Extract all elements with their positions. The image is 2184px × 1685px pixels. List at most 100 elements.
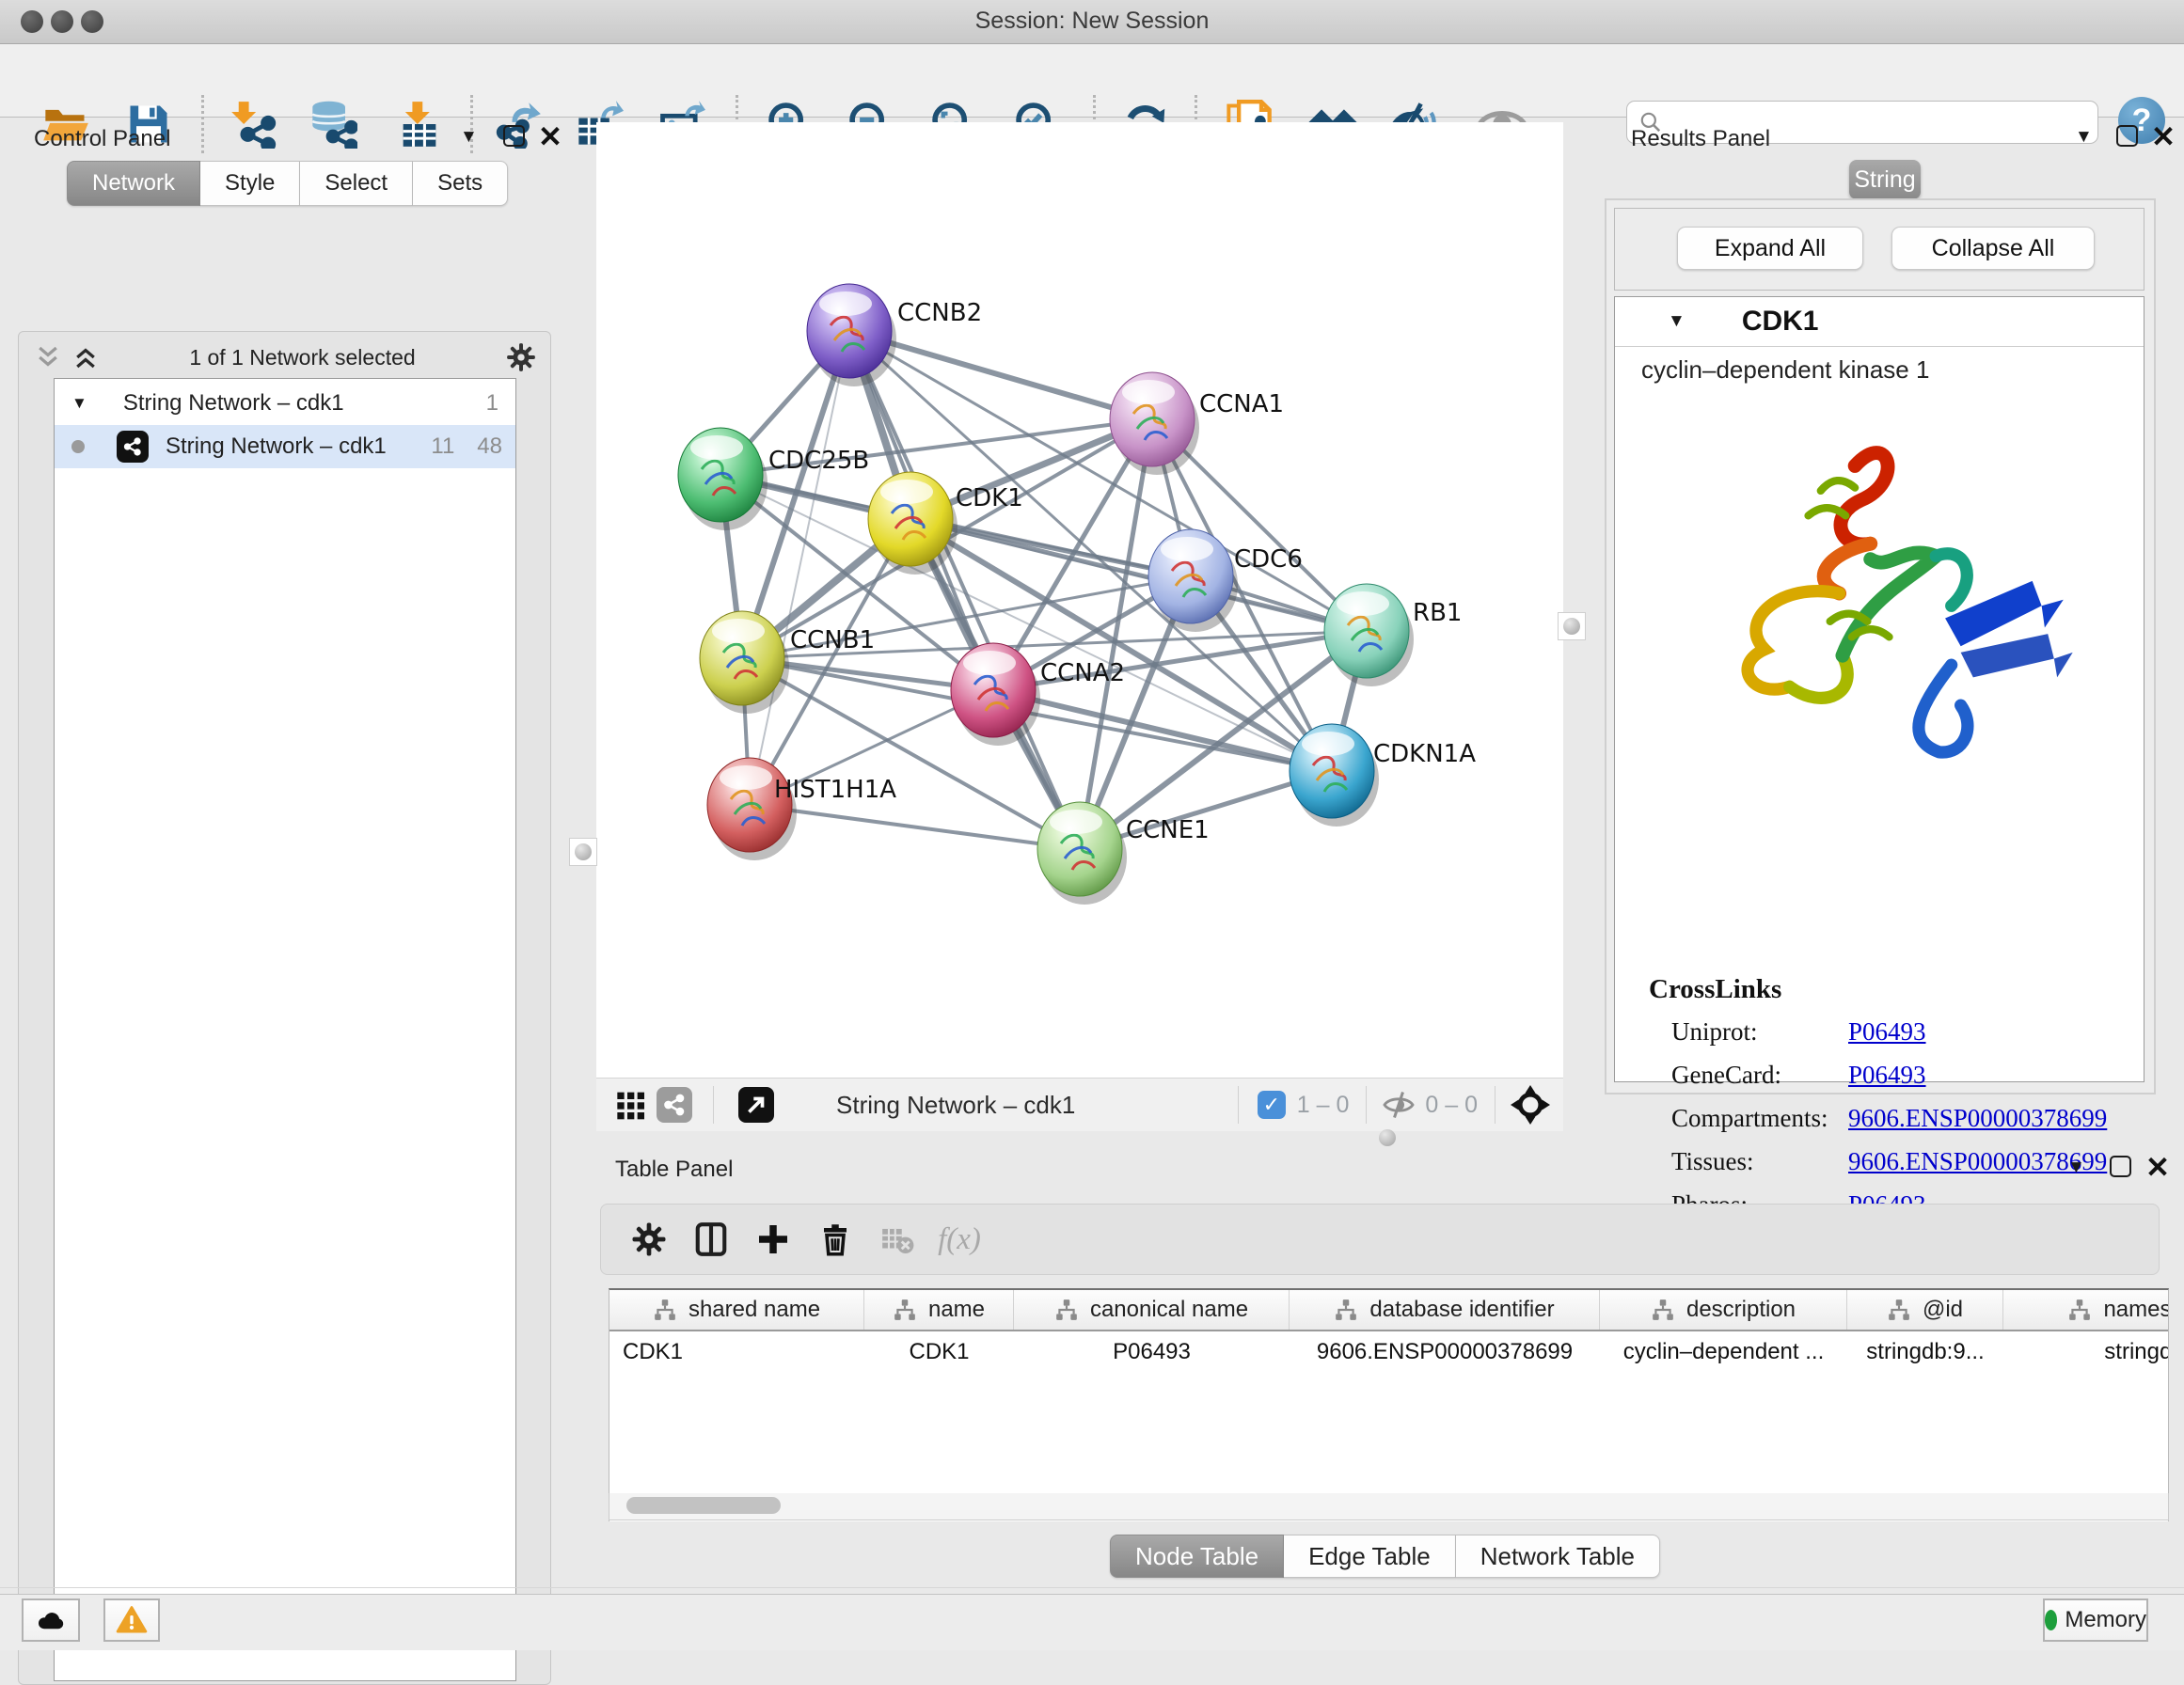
- tab-node-table[interactable]: Node Table: [1110, 1535, 1284, 1578]
- shared-column-icon: [1054, 1298, 1079, 1322]
- column-header-shared-name[interactable]: shared name: [609, 1290, 864, 1330]
- results-panel-float-icon[interactable]: [2116, 125, 2138, 147]
- collapse-all-icon[interactable]: [34, 343, 62, 371]
- control-panel-menu-icon[interactable]: ▼: [460, 127, 478, 148]
- tab-string[interactable]: String: [1849, 160, 1921, 199]
- network-node-CCNA2[interactable]: [951, 643, 1040, 746]
- add-column-button[interactable]: [742, 1213, 804, 1266]
- open-in-new-window-icon[interactable]: [738, 1087, 774, 1123]
- column-header-@id[interactable]: @id: [1847, 1290, 2003, 1330]
- network-node-CDKN1A[interactable]: [1290, 724, 1379, 827]
- shared-column-icon: [1887, 1298, 1911, 1322]
- gear-icon[interactable]: [505, 341, 537, 373]
- column-header-label: name: [928, 1297, 985, 1323]
- tab-edge-table[interactable]: Edge Table: [1284, 1535, 1456, 1578]
- scrollbar-thumb[interactable]: [626, 1497, 781, 1514]
- function-builder-button[interactable]: f(x): [928, 1213, 990, 1266]
- selected-checkbox-icon[interactable]: ✓: [1258, 1091, 1286, 1119]
- column-header-database-identifier[interactable]: database identifier: [1290, 1290, 1600, 1330]
- network-node-CDK1[interactable]: [868, 472, 957, 575]
- show-columns-button[interactable]: [680, 1213, 742, 1266]
- table-tabs: Node TableEdge TableNetwork Table: [1110, 1535, 1660, 1578]
- crosslink-link[interactable]: P06493: [1848, 1061, 1926, 1093]
- column-header-name[interactable]: name: [864, 1290, 1014, 1330]
- cloud-button[interactable]: [22, 1598, 80, 1642]
- table-cell[interactable]: stringdb: [2003, 1331, 2169, 1373]
- network-edge[interactable]: [750, 331, 849, 805]
- network-share-icon[interactable]: [657, 1087, 692, 1123]
- memory-status-icon: [2045, 1610, 2057, 1630]
- table-settings-button[interactable]: [618, 1213, 680, 1266]
- cdk1-card-header[interactable]: ▼ CDK1: [1615, 297, 2144, 347]
- column-header-canonical-name[interactable]: canonical name: [1014, 1290, 1290, 1330]
- table-cell[interactable]: 9606.ENSP00000378699: [1290, 1331, 1600, 1373]
- table-horizontal-scrollbar[interactable]: [609, 1493, 2169, 1520]
- node-label-CCNB1: CCNB1: [790, 626, 875, 654]
- network-collection-row[interactable]: ▼ String Network – cdk1 1: [55, 382, 515, 425]
- expand-collapse-box: Expand All Collapse All: [1614, 208, 2144, 291]
- table-cell[interactable]: CDK1: [864, 1331, 1014, 1373]
- table-panel-title: Table Panel: [615, 1157, 733, 1183]
- node-label-CDC6: CDC6: [1234, 545, 1303, 574]
- grid-view-icon[interactable]: [613, 1087, 649, 1123]
- table-cell[interactable]: CDK1: [609, 1331, 864, 1373]
- crosslink-link[interactable]: P06493: [1848, 1017, 1926, 1049]
- hidden-node-edge-counts: 0 – 0: [1425, 1092, 1478, 1119]
- table-panel-close-icon[interactable]: ✕: [2145, 1153, 2170, 1182]
- table-cell[interactable]: stringdb:9...: [1847, 1331, 2003, 1373]
- table-cell[interactable]: cyclin–dependent ...: [1600, 1331, 1847, 1373]
- node-table: shared name name canonical name database id…: [609, 1288, 2169, 1521]
- shared-column-icon: [1334, 1298, 1358, 1322]
- left-splitter-handle[interactable]: [569, 838, 597, 866]
- network-edge[interactable]: [849, 331, 1080, 849]
- expand-all-icon[interactable]: [71, 343, 100, 371]
- warning-icon: [116, 1604, 148, 1636]
- network-view-canvas[interactable]: CCNB2CCNA1CDC25BCDK1CDC6RB1CCNB1CCNA2CDK…: [596, 122, 1563, 1130]
- title-bar: Session: New Session: [0, 0, 2184, 44]
- results-panel-menu-icon[interactable]: ▼: [2075, 127, 2093, 148]
- collapse-all-button[interactable]: Collapse All: [1891, 227, 2095, 270]
- delete-column-button[interactable]: [804, 1213, 866, 1266]
- node-label-CCNE1: CCNE1: [1126, 816, 1210, 844]
- node-label-CCNB2: CCNB2: [897, 299, 982, 327]
- network-node-CCNB2[interactable]: [807, 284, 896, 386]
- gene-description: cyclin–dependent kinase 1: [1641, 355, 1929, 385]
- network-node-HIST1H1A[interactable]: [707, 758, 797, 860]
- control-panel-float-icon[interactable]: [503, 125, 525, 147]
- network-row[interactable]: String Network – cdk1 11 48: [55, 425, 515, 468]
- table-cell[interactable]: P06493: [1014, 1331, 1290, 1373]
- crosslink-link[interactable]: 9606.ENSP00000378699: [1848, 1104, 2107, 1136]
- table-panel-menu-icon[interactable]: ▼: [2067, 1157, 2085, 1178]
- tab-select[interactable]: Select: [300, 161, 413, 206]
- network-node-CCNA1[interactable]: [1110, 372, 1199, 475]
- delete-table-button[interactable]: [866, 1213, 928, 1266]
- control-panel-title: Control Panel: [34, 126, 170, 152]
- string-network-graph[interactable]: CCNB2CCNA1CDC25BCDK1CDC6RB1CCNB1CCNA2CDK…: [596, 122, 1563, 1078]
- network-node-RB1[interactable]: [1324, 584, 1414, 686]
- hidden-eye-slash-icon[interactable]: [1382, 1088, 1416, 1122]
- birds-eye-view-icon[interactable]: [1511, 1085, 1550, 1125]
- table-header-row: shared name name canonical name database id…: [609, 1290, 2169, 1331]
- expand-all-button[interactable]: Expand All: [1677, 227, 1863, 270]
- tab-network-table[interactable]: Network Table: [1456, 1535, 1660, 1578]
- cdk1-result-card: ▼ CDK1 cyclin–dependent kinase 1: [1614, 296, 2144, 1082]
- network-node-CCNE1[interactable]: [1037, 802, 1127, 905]
- tab-network[interactable]: Network: [67, 161, 200, 206]
- results-panel-close-icon[interactable]: ✕: [2151, 122, 2176, 151]
- table-row[interactable]: CDK1CDK1P064939606.ENSP00000378699cyclin…: [609, 1331, 2169, 1373]
- column-header-label: database identifier: [1369, 1297, 1554, 1323]
- control-panel-close-icon[interactable]: ✕: [538, 122, 562, 151]
- tab-style[interactable]: Style: [200, 161, 300, 206]
- network-node-CDC25B[interactable]: [678, 428, 768, 530]
- network-edge[interactable]: [750, 805, 1080, 849]
- collection-label: String Network – cdk1: [123, 390, 344, 417]
- network-edge-count: 48: [477, 433, 502, 460]
- table-panel-float-icon[interactable]: [2110, 1156, 2131, 1177]
- column-header-namespace[interactable]: namespace: [2003, 1290, 2169, 1330]
- memory-button[interactable]: Memory: [2043, 1598, 2148, 1642]
- cdk1-expander-icon[interactable]: ▼: [1668, 311, 1685, 332]
- tab-sets[interactable]: Sets: [413, 161, 508, 206]
- warnings-button[interactable]: [103, 1598, 160, 1642]
- column-header-description[interactable]: description: [1600, 1290, 1847, 1330]
- collection-expander-icon[interactable]: ▼: [71, 394, 87, 413]
